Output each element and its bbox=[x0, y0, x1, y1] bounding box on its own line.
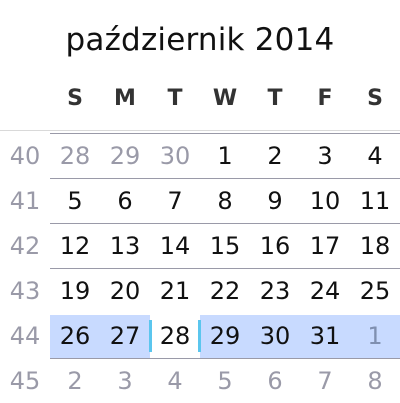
week-row[interactable]: 41 5 6 7 8 9 10 11 bbox=[0, 178, 400, 223]
weekday-wednesday: W bbox=[212, 86, 238, 111]
week-number: 40 bbox=[9, 142, 41, 170]
day-cell[interactable]: 24 bbox=[300, 277, 350, 305]
week-number: 43 bbox=[9, 277, 41, 305]
day-cell[interactable]: 20 bbox=[100, 277, 150, 305]
week-divider bbox=[50, 223, 400, 224]
day-cell[interactable]: 13 bbox=[100, 232, 150, 260]
day-cell[interactable]: 5 bbox=[50, 187, 100, 215]
day-cell[interactable]: 15 bbox=[200, 232, 250, 260]
day-cell[interactable]: 11 bbox=[350, 187, 400, 215]
weekday-header: S M T W T F S bbox=[50, 86, 400, 116]
day-cell[interactable]: 7 bbox=[300, 367, 350, 395]
day-cell[interactable]: 5 bbox=[200, 367, 250, 395]
week-row[interactable]: 42 12 13 14 15 16 17 18 bbox=[0, 223, 400, 268]
day-cell[interactable]: 8 bbox=[200, 187, 250, 215]
week-number: 42 bbox=[9, 232, 41, 260]
day-cell[interactable]: 18 bbox=[350, 232, 400, 260]
day-cell[interactable]: 2 bbox=[50, 367, 100, 395]
day-cell[interactable]: 8 bbox=[350, 367, 400, 395]
day-cell[interactable]: 28 bbox=[50, 142, 100, 170]
day-cell[interactable]: 4 bbox=[350, 142, 400, 170]
day-cell[interactable]: 12 bbox=[50, 232, 100, 260]
week-number: 44 bbox=[9, 322, 41, 350]
day-cell[interactable]: 19 bbox=[50, 277, 100, 305]
weekday-sunday: S bbox=[67, 86, 83, 111]
header-divider bbox=[0, 130, 400, 131]
day-cell[interactable]: 25 bbox=[350, 277, 400, 305]
weekday-saturday: S bbox=[367, 86, 383, 111]
weekday-monday: M bbox=[114, 86, 136, 111]
day-cell[interactable]: 16 bbox=[250, 232, 300, 260]
day-cell-today[interactable]: 28 bbox=[150, 322, 200, 350]
week-divider bbox=[50, 133, 400, 134]
week-row[interactable]: 45 2 3 4 5 6 7 8 bbox=[0, 358, 400, 403]
day-cell[interactable]: 10 bbox=[300, 187, 350, 215]
week-divider bbox=[50, 268, 400, 269]
day-cell[interactable]: 29 bbox=[200, 322, 250, 350]
day-cell[interactable]: 6 bbox=[250, 367, 300, 395]
weekday-thursday: T bbox=[267, 86, 283, 111]
day-cell[interactable]: 6 bbox=[100, 187, 150, 215]
week-divider bbox=[50, 178, 400, 179]
day-cell[interactable]: 3 bbox=[100, 367, 150, 395]
day-cell[interactable]: 21 bbox=[150, 277, 200, 305]
weekday-friday: F bbox=[317, 86, 333, 111]
day-cell[interactable]: 17 bbox=[300, 232, 350, 260]
weekday-tuesday: T bbox=[167, 86, 183, 111]
day-cell[interactable]: 14 bbox=[150, 232, 200, 260]
day-cell[interactable]: 30 bbox=[150, 142, 200, 170]
week-number: 45 bbox=[9, 367, 41, 395]
week-divider bbox=[50, 358, 400, 359]
day-cell[interactable]: 3 bbox=[300, 142, 350, 170]
week-number: 41 bbox=[9, 187, 41, 215]
week-row[interactable]: 40 28 29 30 1 2 3 4 bbox=[0, 133, 400, 178]
day-cell[interactable]: 7 bbox=[150, 187, 200, 215]
day-cell[interactable]: 30 bbox=[250, 322, 300, 350]
day-cell[interactable]: 26 bbox=[50, 322, 100, 350]
day-cell[interactable]: 4 bbox=[150, 367, 200, 395]
day-cell[interactable]: 23 bbox=[250, 277, 300, 305]
day-cell[interactable]: 31 bbox=[300, 322, 350, 350]
day-cell[interactable]: 22 bbox=[200, 277, 250, 305]
day-cell[interactable]: 9 bbox=[250, 187, 300, 215]
day-cell[interactable]: 2 bbox=[250, 142, 300, 170]
day-cell[interactable]: 1 bbox=[350, 322, 400, 350]
week-row[interactable]: 43 19 20 21 22 23 24 25 bbox=[0, 268, 400, 313]
day-cell[interactable]: 29 bbox=[100, 142, 150, 170]
day-cell[interactable]: 1 bbox=[200, 142, 250, 170]
week-row-selected[interactable]: 44 26 27 28 29 30 31 1 bbox=[0, 313, 400, 358]
month-title: październik 2014 bbox=[65, 22, 335, 58]
day-cell[interactable]: 27 bbox=[100, 322, 150, 350]
